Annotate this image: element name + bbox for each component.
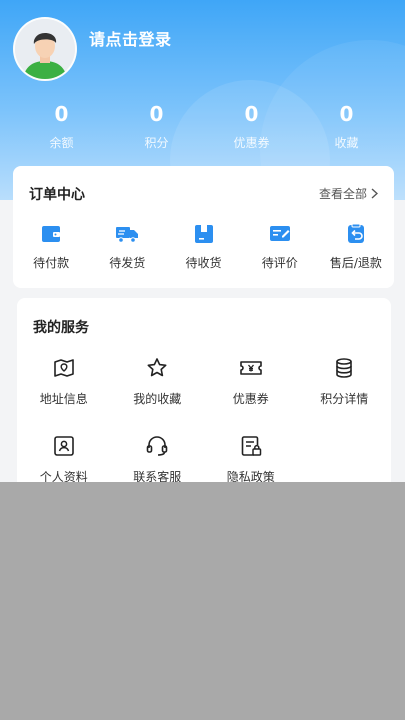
service-label: 优惠券 — [232, 392, 269, 406]
stat-label: 积分 — [144, 136, 169, 150]
stat-value: 0 — [149, 102, 164, 126]
order-center-card: 订单中心 查看全部 待付款 待发货 待收货 待评价 售后/退款 — [13, 166, 394, 288]
headset-icon — [146, 436, 168, 456]
service-label: 地址信息 — [39, 392, 88, 406]
stat-value: 0 — [339, 102, 354, 126]
service-favorites[interactable]: 我的收藏 — [111, 356, 205, 434]
order-item-label: 待发货 — [109, 256, 146, 270]
service-points[interactable]: 积分详情 — [298, 356, 392, 434]
box-icon — [194, 225, 213, 243]
stats-row: 0 余额 0 积分 0 优惠券 0 收藏 — [14, 100, 394, 160]
stat-favorites[interactable]: 0 收藏 — [299, 100, 394, 160]
review-icon — [269, 226, 290, 241]
order-item-label: 待评价 — [261, 256, 298, 270]
stat-balance[interactable]: 0 余额 — [14, 100, 109, 160]
service-coupons[interactable]: 优惠券 — [204, 356, 298, 434]
avatar[interactable] — [13, 17, 77, 81]
login-prompt[interactable]: 请点击登录 — [89, 26, 172, 50]
order-status-row: 待付款 待发货 待收货 待评价 售后/退款 — [13, 222, 394, 278]
chevron-right-icon — [371, 188, 378, 199]
my-services-card: 我的服务 地址信息 我的收藏 优惠券 积分详情 个人资料 联系客服 隐私政策 — [17, 298, 391, 498]
stat-points[interactable]: 0 积分 — [109, 100, 204, 160]
order-after-sales[interactable]: 售后/退款 — [318, 222, 394, 278]
order-item-label: 待付款 — [33, 256, 70, 270]
order-center-title: 订单中心 — [29, 187, 85, 203]
order-item-label: 待收货 — [185, 256, 222, 270]
stat-value: 0 — [244, 102, 259, 126]
stat-label: 余额 — [49, 136, 74, 150]
service-label: 积分详情 — [320, 392, 369, 406]
wallet-icon — [42, 226, 61, 242]
order-pending-receipt[interactable]: 待收货 — [165, 222, 241, 278]
order-item-label: 售后/退款 — [329, 256, 382, 270]
gray-overlay — [0, 482, 405, 720]
profile-icon — [53, 436, 74, 456]
privacy-icon — [241, 436, 261, 456]
stat-value: 0 — [54, 102, 69, 126]
order-pending-review[interactable]: 待评价 — [242, 222, 318, 278]
star-icon — [147, 358, 167, 377]
order-pending-payment[interactable]: 待付款 — [13, 222, 89, 278]
user-avatar-icon — [15, 19, 75, 79]
refund-icon — [347, 223, 364, 243]
stat-label: 收藏 — [334, 136, 359, 150]
service-address[interactable]: 地址信息 — [17, 356, 111, 434]
truck-icon — [116, 227, 139, 243]
coins-icon — [336, 358, 353, 378]
stat-coupons[interactable]: 0 优惠券 — [204, 100, 299, 160]
view-all-label: 查看全部 — [318, 187, 367, 201]
coupon-icon — [239, 361, 262, 375]
stat-label: 优惠券 — [233, 136, 270, 150]
my-services-title: 我的服务 — [33, 320, 89, 336]
service-label: 我的收藏 — [133, 392, 182, 406]
view-all-orders-link[interactable]: 查看全部 — [319, 185, 378, 202]
map-icon — [53, 359, 74, 377]
order-pending-shipment[interactable]: 待发货 — [89, 222, 165, 278]
